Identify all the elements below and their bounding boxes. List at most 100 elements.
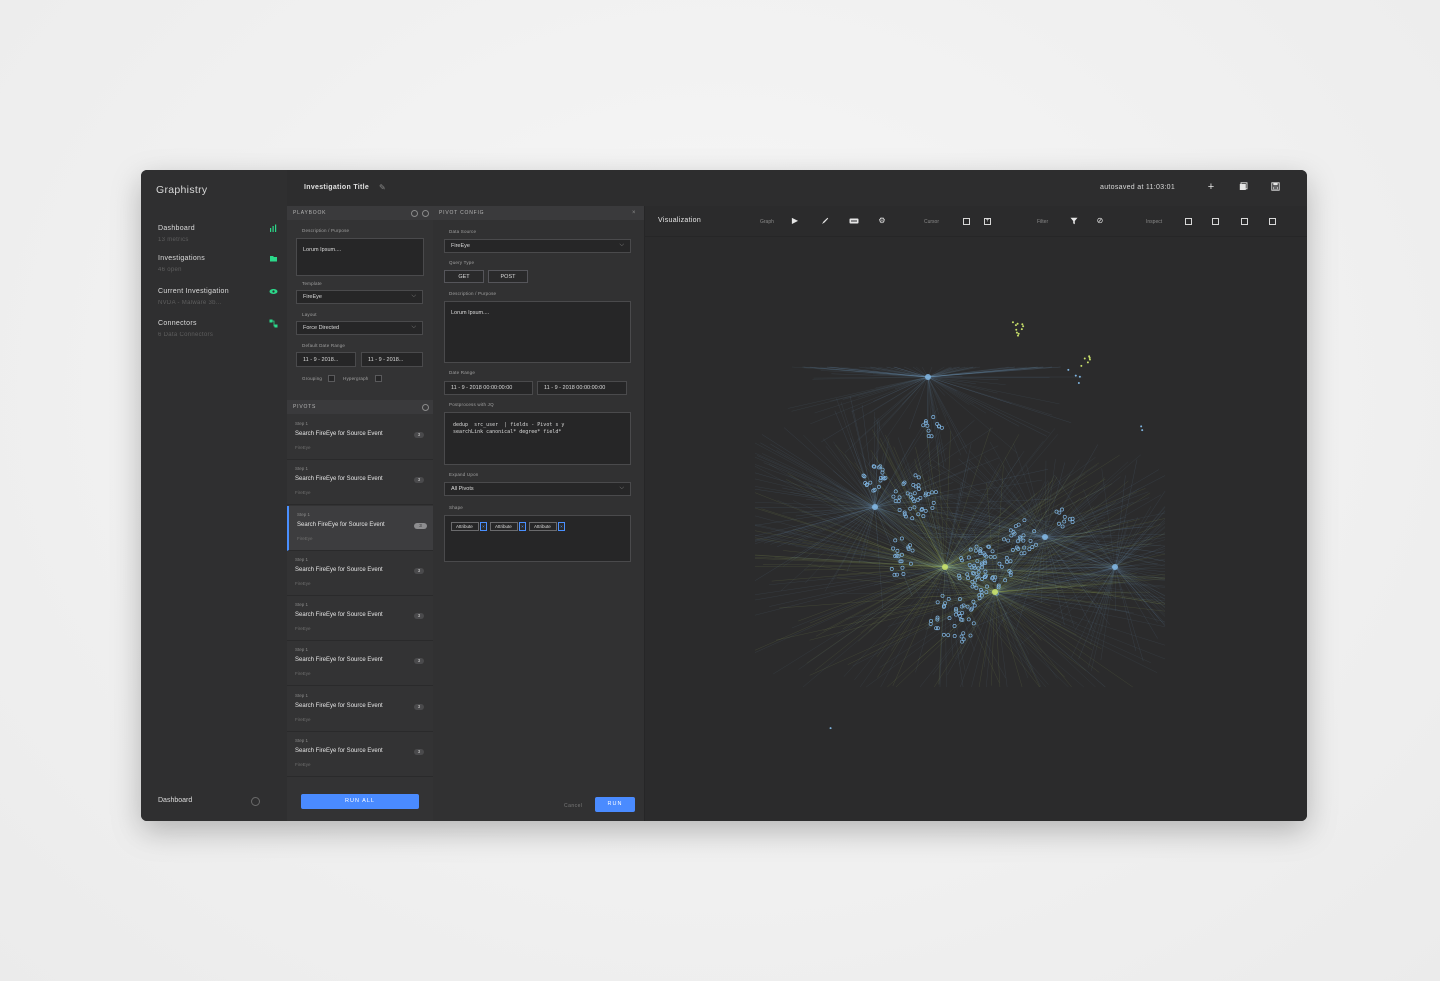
nav-item-current-investigation[interactable]: Current Investigation NVDA - Malware 3b.…	[158, 288, 278, 306]
shape-label: Shape	[449, 505, 464, 510]
close-icon[interactable]: ×	[558, 522, 565, 531]
graph-node	[829, 727, 832, 730]
graph-edge	[863, 506, 876, 560]
data-source-value: FireEye	[451, 243, 470, 249]
edit-pencil-icon[interactable]: ✎	[379, 183, 386, 192]
circle-icon[interactable]	[411, 210, 418, 217]
layout-select[interactable]: Force Directed ⌵	[296, 321, 423, 335]
grouping-checkbox[interactable]	[328, 375, 335, 382]
graph-edge	[1083, 488, 1116, 568]
graph-edge	[754, 488, 876, 508]
play-icon[interactable]: ▶	[790, 216, 800, 226]
graph-node	[1088, 355, 1091, 358]
close-icon[interactable]: ×	[480, 522, 487, 531]
inspect-square-icon-1[interactable]	[1185, 218, 1192, 225]
graph-edge	[809, 591, 996, 676]
pivot-row[interactable]: Step 1 Search FireEye for Source Event F…	[287, 415, 433, 460]
postprocess-jq-editor[interactable]: dedup src_user | fields - Pivot s y sear…	[444, 412, 631, 465]
pivots-header-label: PIVOTS	[293, 404, 317, 410]
graph-node	[1017, 332, 1020, 335]
add-icon[interactable]: +	[1204, 180, 1218, 194]
nav-item-investigations[interactable]: Investigations 46 open	[158, 255, 277, 273]
date-from-input[interactable]: 11 - 9 - 2018...	[296, 352, 356, 367]
graph-hub-node	[872, 504, 878, 510]
grouping-label: Grouping	[302, 376, 323, 381]
tag-label: Attribute	[534, 524, 551, 529]
pivot-row[interactable]: Step 1 Search FireEye for Source Event F…	[287, 687, 433, 732]
visualization-panel: Visualization Graph ▶ ⚙ Cursor + Filter …	[645, 206, 1307, 821]
pivot-row[interactable]: Step 1 Search FireEye for Source Event F…	[287, 460, 433, 505]
select-square-icon[interactable]	[963, 218, 970, 225]
run-all-button[interactable]: RUN ALL	[301, 794, 419, 809]
exclude-icon[interactable]: ⊘	[1095, 216, 1105, 226]
description-textarea[interactable]: Lorum Ipsum....	[444, 301, 631, 363]
description-textarea[interactable]: Lorum Ipsum....	[296, 238, 424, 276]
attribute-tag[interactable]: Attribute ×	[490, 522, 526, 531]
graph-node	[1077, 381, 1080, 384]
left-nav: Graphistry Dashboard 13 metrics Investig…	[141, 170, 288, 821]
select-plus-icon[interactable]: +	[984, 218, 991, 225]
pivot-row[interactable]: Step 1 Search FireEye for Source Event F…	[287, 596, 433, 641]
graph-node	[1014, 324, 1017, 327]
investigation-title[interactable]: Investigation Title	[304, 184, 369, 191]
date-to-input[interactable]: 11 - 9 - 2018 00:00:00:00	[537, 381, 627, 395]
graph-node	[1140, 425, 1143, 428]
inspect-square-icon-3[interactable]	[1241, 218, 1248, 225]
label-toggle-icon[interactable]	[849, 216, 859, 226]
nav-item-label: Investigations	[158, 255, 206, 262]
post-button[interactable]: POST	[488, 270, 528, 283]
pivot-title: Search FireEye for Source Event	[295, 612, 383, 618]
filter-icon[interactable]	[1069, 216, 1079, 226]
expand-upon-select[interactable]: All Pivots ⌵	[444, 482, 631, 496]
graph-edge	[840, 402, 876, 508]
graph-edge	[754, 506, 876, 542]
template-select[interactable]: FireEye ⌵	[296, 290, 423, 304]
pivot-count-badge: 3	[414, 523, 427, 529]
brand-logo[interactable]: Graphistry	[156, 184, 207, 196]
pivot-row-selected[interactable]: Step 1 Search FireEye for Source Event F…	[287, 506, 433, 551]
close-icon[interactable]: ×	[632, 206, 636, 220]
graph-canvas[interactable]	[645, 237, 1307, 821]
graph-node	[1080, 364, 1083, 367]
date-to-input[interactable]: 11 - 9 - 2018...	[361, 352, 423, 367]
pivot-title: Search FireEye for Source Event	[295, 657, 383, 663]
graph-node	[1015, 331, 1018, 334]
graph-edge	[809, 591, 996, 641]
get-button[interactable]: GET	[444, 270, 484, 283]
template-label: Template	[302, 281, 322, 286]
close-icon[interactable]: ×	[519, 522, 526, 531]
circle-icon[interactable]	[251, 797, 260, 806]
hypergraph-checkbox[interactable]	[375, 375, 382, 382]
inspect-group-label: Inspect	[1146, 219, 1163, 225]
nav-item-dashboard[interactable]: Dashboard 13 metrics	[158, 224, 277, 243]
gear-icon[interactable]: ⚙	[877, 216, 887, 226]
run-button[interactable]: RUN	[595, 797, 635, 812]
data-source-select[interactable]: FireEye ⌵	[444, 239, 631, 253]
graph-edge	[1114, 566, 1166, 608]
graph-edge	[1078, 566, 1116, 660]
attribute-tag[interactable]: Attribute ×	[529, 522, 565, 531]
date-from-input[interactable]: 11 - 9 - 2018 00:00:00:00	[444, 381, 533, 395]
inspect-square-icon-4[interactable]	[1269, 218, 1276, 225]
nav-item-label: Current Investigation	[158, 288, 229, 295]
circle-icon[interactable]	[422, 210, 429, 217]
attribute-tag[interactable]: Attribute ×	[451, 522, 487, 531]
nav-footer-dashboard[interactable]: Dashboard	[158, 797, 192, 804]
pivot-row[interactable]: Step 1 Search FireEye for Source Event F…	[287, 732, 433, 777]
copy-icon[interactable]	[1236, 180, 1250, 194]
save-icon[interactable]	[1268, 180, 1282, 194]
graph-node	[1021, 323, 1024, 326]
description-label: Description / Purpose	[449, 291, 497, 296]
inspect-square-icon-2[interactable]	[1212, 218, 1219, 225]
pivot-row[interactable]: Step 1 Search FireEye for Source Event F…	[287, 551, 433, 596]
brush-icon[interactable]	[820, 216, 830, 226]
pivot-count-badge: 3	[414, 477, 424, 483]
pivot-row[interactable]: Step 1 Search FireEye for Source Event F…	[287, 641, 433, 686]
cancel-button[interactable]: Cancel	[564, 803, 583, 809]
nav-item-connectors[interactable]: Connectors 6 Data Connectors	[158, 319, 278, 338]
shape-tag-input[interactable]: Attribute × Attribute × Attribute ×	[444, 515, 631, 562]
date-range-label: Default Date Range	[302, 343, 346, 348]
graph-edge	[754, 566, 946, 651]
circle-icon[interactable]	[422, 404, 429, 411]
pivot-step: Step 1	[295, 602, 309, 607]
